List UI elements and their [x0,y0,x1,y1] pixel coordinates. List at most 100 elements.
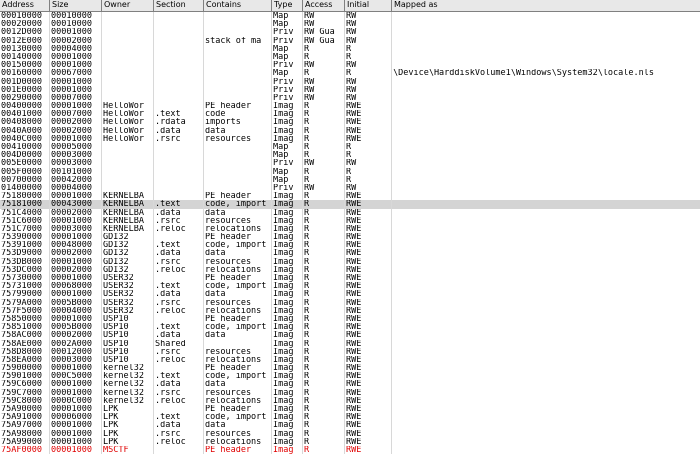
cell-type: Map [272,143,303,152]
table-row[interactable]: 00160000 00067000 Map R R \Device\HarddiskVol… [0,69,700,78]
table-row[interactable]: 00010000 00010000 Map RW RW [0,12,700,21]
column-header-owner[interactable]: Owner [102,0,154,11]
table-row[interactable]: 01400000 00004000 Priv RW RW [0,183,700,193]
table-row[interactable]: 75850000 00001000 USP10 PE header Imag R RWE [0,314,700,324]
table-row[interactable]: 75390000 00001000 GDI32 PE header Imag R RWE [0,233,700,242]
cell-address: 00160000 [0,69,50,78]
table-row[interactable]: 759C7000 00001000 kernel32 .rsrc resources Im… [0,388,700,397]
table-row[interactable]: 00400000 00001000 HelloWor PE header Imag R RW… [0,102,700,111]
table-row[interactable]: 00410000 00005000 Map R R [0,143,700,152]
table-row[interactable]: 75730000 00001000 USER32 PE header Imag R RWE [0,274,700,283]
table-row[interactable]: 753DB000 00001000 GDI32 .rsrc resources Imag R… [0,257,700,266]
table-row[interactable]: 0040C000 00001000 HelloWor .rsrc resources Im… [0,134,700,143]
cell-owner [102,159,154,168]
cell-access: RW [303,93,345,103]
cell-owner [102,85,154,94]
table-row[interactable]: 005F0000 00101000 Map R R [0,167,700,176]
cell-owner: KERNELBA [102,208,154,217]
cell-access: R [303,413,345,422]
column-header-section[interactable]: Section [154,0,204,11]
table-row[interactable]: 00700000 00042000 Map R R [0,175,700,184]
cell-access: R [303,298,345,307]
table-row[interactable]: 758D8000 00012000 USP10 .rsrc resources Imag R… [0,347,700,356]
cell-contains: imports [204,118,272,127]
cell-initial: RWE [345,110,392,119]
table-row[interactable]: 75900000 00001000 kernel32 PE header Imag R RW… [0,364,700,373]
cell-owner: HelloWor [102,118,154,127]
cell-mapped-as [392,274,700,282]
table-row[interactable]: 0040A000 00002000 HelloWor .data data Imag R RW… [0,126,700,135]
table-row[interactable]: 00408000 00002000 HelloWor .rdata imports Ima… [0,118,700,127]
cell-initial: RW [345,93,392,103]
column-header-size[interactable]: Size [50,0,102,11]
cell-type: Imag [272,216,303,225]
cell-type: Imag [272,355,303,365]
table-row[interactable]: 753DC000 00002000 GDI32 .reloc relocations Im… [0,265,700,274]
cell-contains: code, import [204,372,272,381]
table-row[interactable]: 75851000 0005B000 USP10 .text code, import Im… [0,323,700,332]
cell-address: 005E0000 [0,159,50,168]
cell-contains [204,339,272,348]
table-row[interactable]: 751C7000 00003000 KERNELBA .reloc relocation… [0,224,700,234]
table-row[interactable]: 0012D000 00001000 Priv RW Gua RW [0,28,700,37]
table-row[interactable]: 001E0000 00001000 Priv RW RW [0,85,700,94]
table-row[interactable]: 75A99000 00001000 LPK .reloc relocations Imag… [0,437,700,446]
table-row[interactable]: 00150000 00001000 Priv RW RW [0,61,700,70]
column-header-mapped-as[interactable]: Mapped as [392,0,700,11]
cell-section: .text [154,323,204,332]
table-row[interactable]: 75391000 00048000 GDI32 .text code, import Im… [0,241,700,250]
table-row[interactable]: 75A91000 00006000 LPK .text code, import Imag… [0,413,700,422]
table-row[interactable]: 75A97000 00001000 LPK .data data Imag R RWE [0,421,700,430]
column-header-initial[interactable]: Initial [345,0,392,11]
table-row[interactable]: 758AC000 00002000 USP10 .data data Imag R RWE [0,331,700,340]
column-header-contains[interactable]: Contains [204,0,272,11]
table-row[interactable]: 751C4000 00002000 KERNELBA .data data Imag R RW… [0,208,700,217]
table-row[interactable]: 00290000 00007000 Priv RW RW [0,93,700,103]
table-row[interactable]: 75A98000 00001000 LPK .rsrc resources Imag R RW… [0,429,700,438]
cell-address: 758AC000 [0,331,50,340]
cell-owner: kernel32 [102,372,154,381]
table-row[interactable]: 00401000 00007000 HelloWor .text code Imag R RW… [0,110,700,119]
cell-owner: USER32 [102,298,154,307]
cell-contains [204,167,272,176]
column-header-access[interactable]: Access [303,0,345,11]
cell-type: Imag [272,323,303,332]
table-row[interactable]: 75731000 00068000 USER32 .text code, import I… [0,282,700,291]
table-row[interactable]: 75799000 00001000 USER32 .data data Imag R RWE [0,290,700,299]
cell-section [154,167,204,176]
cell-contains [204,151,272,160]
table-row[interactable]: 75180000 00001000 KERNELBA PE header Imag R RW… [0,192,700,201]
table-row[interactable]: 758EA000 00003000 USP10 .reloc relocations Im… [0,355,700,365]
cell-initial: RWE [345,339,392,348]
table-row[interactable]: 0012E000 00002000 stack of ma Priv RW Gua RW [0,36,700,45]
table-row[interactable]: 004D0000 00003000 Map R R [0,151,700,160]
table-row[interactable]: 7579A000 0005B000 USER32 .rsrc resources Imag… [0,298,700,307]
cell-type: Map [272,151,303,160]
table-row[interactable]: 753D9000 00002000 GDI32 .data data Imag R RWE [0,249,700,258]
cell-contains: resources [204,388,272,397]
table-row[interactable]: 005E0000 00003000 Priv RW RW [0,159,700,168]
table-row[interactable]: 751C6000 00001000 KERNELBA .rsrc resources Im… [0,216,700,225]
table-row[interactable]: 75AF0000 00001000 MSCTF PE header Imag R RWE [0,445,700,455]
column-header-address[interactable]: Address [0,0,50,11]
cell-section [154,61,204,70]
table-row[interactable]: 75A90000 00001000 LPK PE header Imag R RWE [0,405,700,414]
cell-owner: USP10 [102,331,154,340]
table-row[interactable]: 00130000 00004000 Map R R [0,44,700,53]
table-row[interactable]: 757F5000 00004000 USER32 .reloc relocations I… [0,306,700,315]
cell-initial: R [345,175,392,184]
table-row[interactable]: 00020000 00010000 Map RW RW [0,20,700,29]
cell-address: 001D0000 [0,77,50,86]
cell-address: 00700000 [0,175,50,184]
table-row[interactable]: 001D0000 00001000 Priv RW RW [0,77,700,86]
cell-type: Priv [272,183,303,193]
table-row[interactable]: 759C8000 0000C000 kernel32 .reloc relocation… [0,396,700,405]
table-row[interactable]: 75181000 00043000 KERNELBA .text code, impor… [0,200,700,209]
cell-size: 00001000 [50,364,102,373]
table-row[interactable]: 75901000 000C5000 kernel32 .text code, impor… [0,372,700,381]
table-row[interactable]: 758AE000 0002A000 USP10 Shared Imag R RWE [0,339,700,348]
column-header-type[interactable]: Type [272,0,303,11]
table-row[interactable]: 00140000 00001000 Map R R [0,52,700,62]
table-row[interactable]: 759C6000 00001000 kernel32 .data data Imag R RW… [0,380,700,389]
cell-address: 75181000 [0,200,50,209]
